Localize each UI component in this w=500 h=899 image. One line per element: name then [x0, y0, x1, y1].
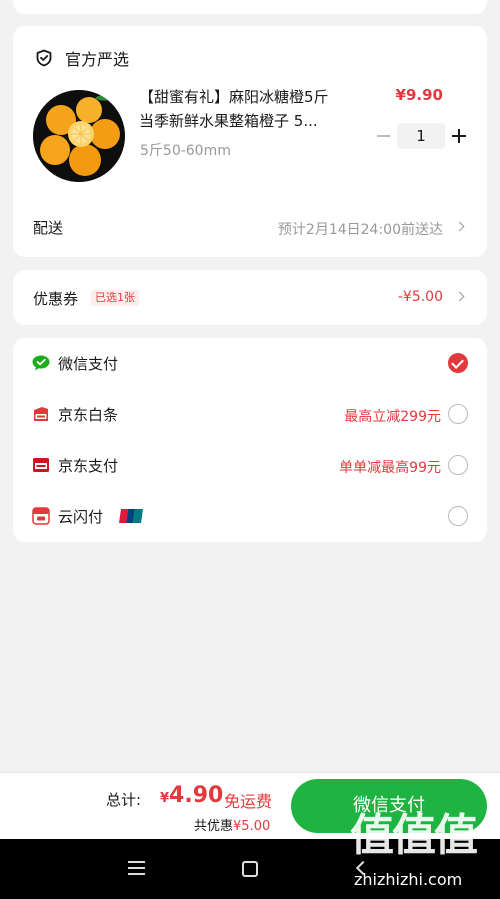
chevron-right-icon: [454, 291, 465, 302]
unionpay-quickpass-icon: [32, 507, 50, 525]
watermark-site: zhizhizhi.com: [354, 870, 463, 889]
minus-icon: [376, 135, 390, 137]
payment-radio-selected[interactable]: [448, 353, 468, 373]
savings-label: 共优惠: [194, 819, 234, 834]
recent-apps-icon[interactable]: [128, 861, 145, 877]
delivery-label: 配送: [33, 219, 64, 237]
product-title-line2: 当季新鲜水果整箱橙子 5...: [139, 112, 318, 130]
payment-name: 云闪付: [58, 508, 104, 526]
wechat-pay-icon: [32, 355, 50, 371]
shop-name: 官方严选: [65, 50, 130, 69]
coupon-label: 优惠券: [33, 290, 79, 308]
payment-promo: 最高立减299元: [344, 409, 441, 425]
payment-radio[interactable]: [448, 506, 468, 526]
free-shipping-label: 免运费: [224, 792, 273, 811]
product-image[interactable]: [33, 90, 125, 182]
product-spec: 5斤50-60mm: [140, 143, 231, 159]
total-savings: 共优惠¥5.00: [194, 815, 270, 834]
order-item-card: 官方严选 【甜蜜有礼】麻阳冰糖橙5斤 当季新鲜水果整箱橙子 5... ¥9.90…: [13, 26, 487, 257]
total-price: ¥4.90: [160, 783, 223, 808]
currency-symbol: ¥: [160, 791, 170, 806]
jd-baitiao-icon: [34, 407, 48, 421]
watermark-logo: 值值值: [350, 810, 478, 861]
payment-radio[interactable]: [448, 455, 468, 475]
increase-quantity-button[interactable]: [450, 126, 468, 146]
product-title-line1: 【甜蜜有礼】麻阳冰糖橙5斤: [139, 88, 329, 106]
chevron-right-icon: [454, 221, 465, 232]
previous-card-edge: [13, 0, 487, 14]
payment-radio[interactable]: [448, 404, 468, 424]
unionpay-logo-icon: [119, 509, 143, 523]
coupon-discount: -¥5.00: [397, 289, 443, 305]
oranges-image: [33, 90, 125, 182]
coupon-selected-badge: 已选1张: [91, 290, 139, 306]
jd-pay-icon: [33, 458, 49, 472]
total-amount: 4.90: [169, 783, 224, 808]
delivery-estimate: 预计2月14日24:00前送达: [277, 222, 443, 238]
product-price: ¥9.90: [395, 86, 443, 104]
home-icon[interactable]: [242, 861, 258, 877]
payment-methods-card: 微信支付 京东白条 最高立减299元 京东支付 单单减最高99元 云闪付: [13, 338, 487, 542]
shield-check-icon: [36, 49, 52, 67]
coupon-row[interactable]: 优惠券 已选1张 -¥5.00: [13, 270, 487, 325]
decrease-quantity-button[interactable]: [373, 124, 393, 148]
payment-name: 京东支付: [58, 457, 119, 475]
product-title[interactable]: 【甜蜜有礼】麻阳冰糖橙5斤 当季新鲜水果整箱橙子 5...: [139, 85, 361, 133]
payment-name: 京东白条: [58, 406, 119, 424]
payment-option-jd-pay[interactable]: 京东支付 单单减最高99元: [13, 440, 487, 491]
payment-name: 微信支付: [58, 355, 119, 373]
savings-amount: ¥5.00: [233, 819, 271, 834]
payment-promo: 单单减最高99元: [339, 460, 441, 476]
payment-option-unionpay[interactable]: 云闪付: [13, 491, 487, 542]
payment-option-wechat[interactable]: 微信支付: [13, 338, 487, 389]
payment-option-jd-baitiao[interactable]: 京东白条 最高立减299元: [13, 389, 487, 440]
total-label: 总计:: [106, 791, 142, 809]
shop-header[interactable]: 官方严选: [35, 46, 129, 70]
quantity-field[interactable]: 1: [397, 123, 445, 149]
